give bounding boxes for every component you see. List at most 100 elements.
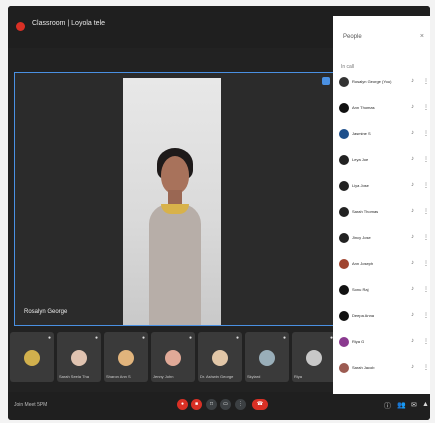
mic-icon[interactable]: ♪ (411, 286, 414, 292)
avatar (339, 337, 349, 347)
thumbnail-tile[interactable]: ● (10, 332, 54, 382)
avatar (339, 155, 349, 165)
avatar (339, 77, 349, 87)
thumbnail-tile[interactable]: Sarah Seela Tha ● (57, 332, 101, 382)
chat-icon[interactable]: ✉ (411, 401, 417, 409)
thumbnail-name: Sharon Ann S (106, 374, 131, 379)
more-vert-icon[interactable]: ⋮ (423, 234, 429, 241)
close-icon[interactable]: × (420, 33, 424, 40)
people-icon[interactable]: 👥 (397, 401, 406, 409)
more-vert-icon[interactable]: ⋮ (423, 156, 429, 163)
mic-icon: ● (141, 335, 145, 341)
main-video-stage[interactable]: Rosalyn George (14, 72, 335, 326)
participant-row[interactable]: Deepa Anna ♪ ⋮ (339, 310, 429, 324)
mic-icon[interactable]: ♪ (411, 104, 414, 110)
speaker-face (161, 156, 189, 194)
mic-icon[interactable]: ♪ (411, 78, 414, 84)
avatar (339, 181, 349, 191)
participant-row[interactable]: Sarah Jacob ♪ ⋮ (339, 362, 429, 376)
thumbnail-name: Jenny John (153, 374, 174, 379)
meeting-time: Join Meet 5PM (14, 402, 48, 408)
participant-row[interactable]: Rosalyn George (You) ♪ ⋮ (339, 76, 429, 90)
avatar (306, 350, 322, 366)
thumbnail-tile[interactable]: Sharon Ann S ● (104, 332, 148, 382)
participant-row[interactable]: Riya G ♪ ⋮ (339, 336, 429, 350)
mic-icon: ● (282, 335, 286, 341)
avatar (339, 233, 349, 243)
avatar (259, 350, 275, 366)
mic-icon[interactable]: ♪ (411, 182, 414, 188)
avatar (339, 207, 349, 217)
participant-name: Ann Thomas (352, 105, 375, 110)
participant-name: Deepa Anna (352, 313, 375, 318)
participant-row[interactable]: Sonu Raj ♪ ⋮ (339, 284, 429, 298)
mic-icon: ● (235, 335, 239, 341)
stage-name-label: Rosalyn George (24, 309, 68, 315)
thumbnail-tile[interactable]: Jenny John ● (151, 332, 195, 382)
thumbnail-tile[interactable]: Dr. Ashwin George ● (198, 332, 242, 382)
mic-icon: ● (94, 335, 98, 341)
participant-name: Jasmine S (352, 131, 371, 136)
participant-row[interactable]: Ann Thomas ♪ ⋮ (339, 102, 429, 116)
mic-icon[interactable]: ♪ (411, 208, 414, 214)
panel-title: People (343, 34, 362, 40)
mic-icon[interactable]: ♪ (411, 338, 414, 344)
pin-icon[interactable] (322, 77, 330, 85)
participant-name: Ann Joseph (352, 261, 374, 266)
mic-icon[interactable]: ♪ (411, 260, 414, 266)
mic-icon[interactable]: ♪ (411, 130, 414, 136)
participant-row[interactable]: Liya Jose ♪ ⋮ (339, 180, 429, 194)
mic-icon: ● (188, 335, 192, 341)
participant-row[interactable]: Leya Joe ♪ ⋮ (339, 154, 429, 168)
more-vert-icon[interactable]: ⋮ (423, 312, 429, 319)
thumbnail-tile[interactable]: Riya ● (292, 332, 336, 382)
more-vert-icon[interactable]: ⋮ (423, 286, 429, 293)
avatar (339, 363, 349, 373)
mic-icon[interactable]: ♪ (411, 234, 414, 240)
more-vert-icon[interactable]: ⋮ (423, 260, 429, 267)
participant-name: Leya Joe (352, 157, 369, 162)
record-icon (16, 22, 25, 31)
activities-icon[interactable]: ▲ (422, 401, 429, 408)
participant-name: Liya Jose (352, 183, 369, 188)
avatar (339, 311, 349, 321)
avatar (339, 103, 349, 113)
thumbnail-tile[interactable]: Skylard ● (245, 332, 289, 382)
mic-icon[interactable]: ♪ (411, 364, 414, 370)
participant-row[interactable]: Jincy Jose ♪ ⋮ (339, 232, 429, 246)
thumbnail-name: Dr. Ashwin George (200, 374, 234, 379)
participant-row[interactable]: Sarah Thomas ♪ ⋮ (339, 206, 429, 220)
bottom-toolbar: Join Meet 5PM ● ■ □ ▭ ⋮ ☎ ⓘ 👥 ✉ ▲ (8, 392, 430, 420)
avatar (212, 350, 228, 366)
meeting-window: Classroom | Loyola tele Rosalyn George ●… (8, 6, 430, 420)
speaker-shirt (149, 204, 201, 325)
mic-icon[interactable]: ♪ (411, 156, 414, 162)
mic-icon[interactable]: ♪ (411, 312, 414, 318)
more-vert-icon[interactable]: ⋮ (423, 130, 429, 137)
participant-name: Rosalyn George (You) (352, 79, 392, 84)
participant-row[interactable]: Jasmine S ♪ ⋮ (339, 128, 429, 142)
more-vert-icon[interactable]: ⋮ (423, 364, 429, 371)
more-vert-icon[interactable]: ⋮ (423, 104, 429, 111)
more-vert-icon[interactable]: ⋮ (423, 338, 429, 345)
thumbnail-name: Skylard (247, 374, 261, 379)
more-options-button[interactable]: ⋮ (235, 399, 246, 410)
participant-name: Sonu Raj (352, 287, 369, 292)
participant-name: Jincy Jose (352, 235, 371, 240)
participant-name: Sarah Jacob (352, 365, 375, 370)
participant-row[interactable]: Ann Joseph ♪ ⋮ (339, 258, 429, 272)
more-vert-icon[interactable]: ⋮ (423, 208, 429, 215)
participant-strip: ● Sarah Seela Tha ● Sharon Ann S ● Jenny… (10, 332, 336, 384)
avatar (118, 350, 134, 366)
more-vert-icon[interactable]: ⋮ (423, 78, 429, 85)
mic-toggle-button[interactable]: ● (177, 399, 188, 410)
camera-toggle-button[interactable]: ■ (191, 399, 202, 410)
more-vert-icon[interactable]: ⋮ (423, 182, 429, 189)
avatar (339, 129, 349, 139)
present-button[interactable]: ▭ (220, 399, 231, 410)
leave-call-button[interactable]: ☎ (252, 399, 268, 410)
captions-button[interactable]: □ (206, 399, 217, 410)
avatar (24, 350, 40, 366)
info-icon[interactable]: ⓘ (384, 401, 391, 411)
participant-name: Sarah Thomas (352, 209, 379, 214)
